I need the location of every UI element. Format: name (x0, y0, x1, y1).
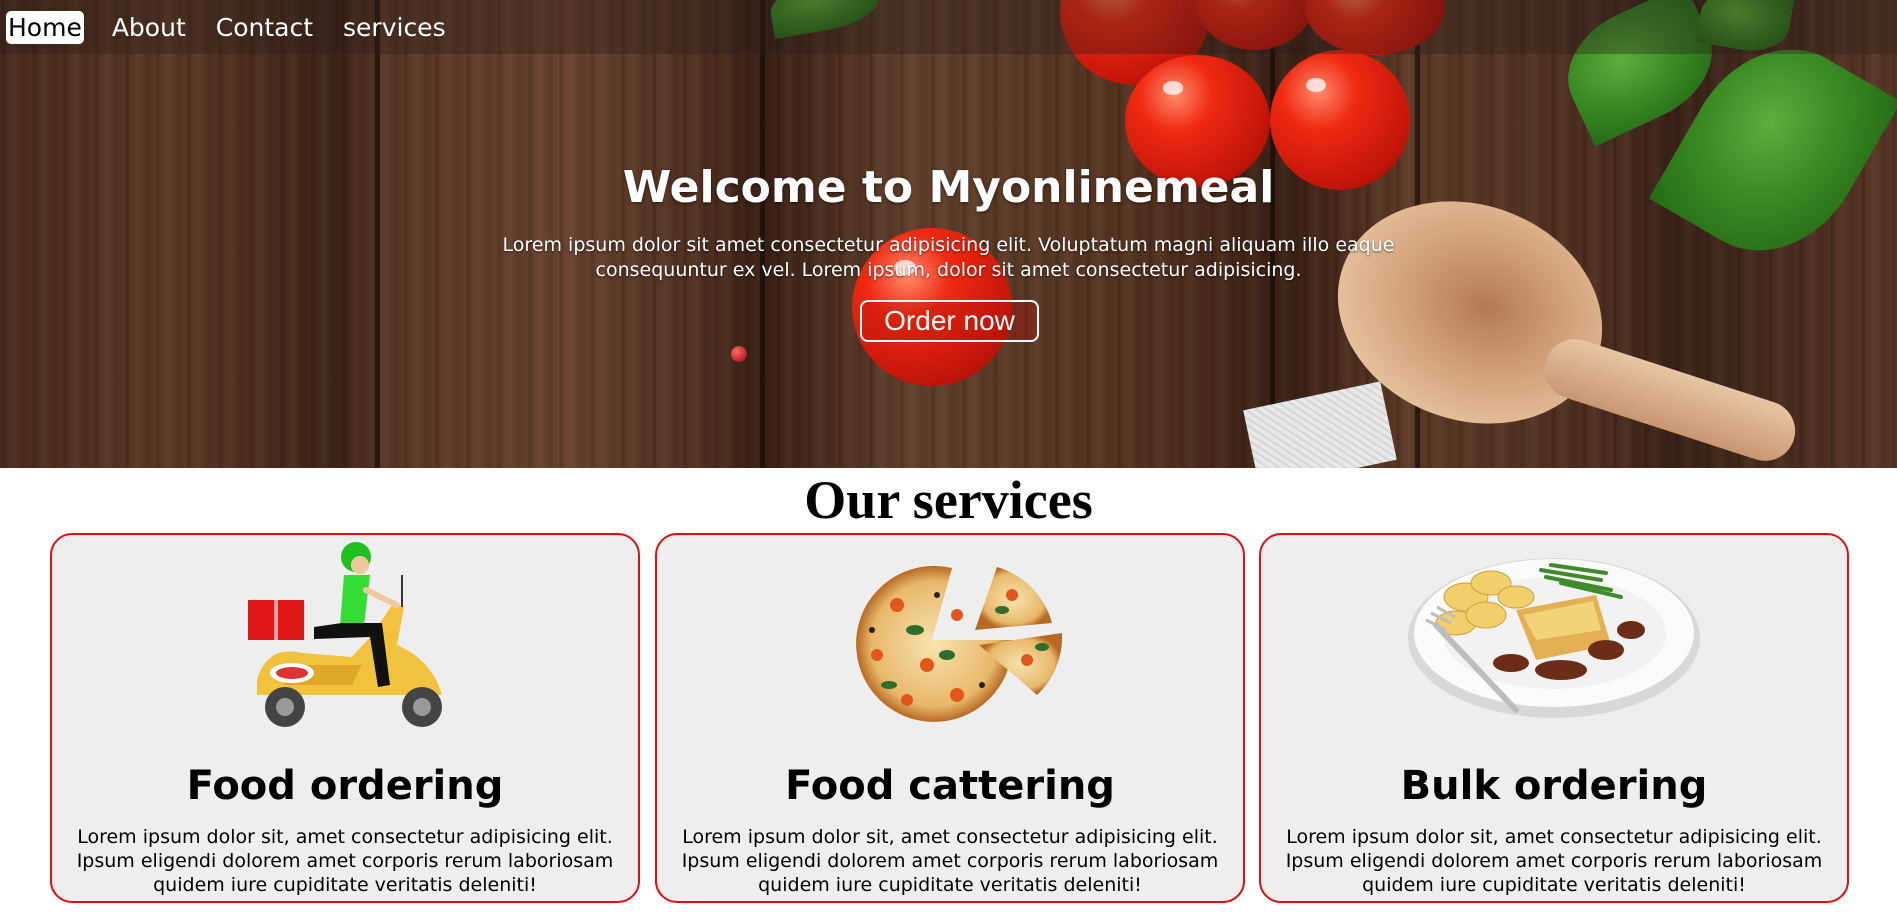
nav-about-link[interactable]: About (110, 11, 188, 44)
hero-description: Lorem ipsum dolor sit amet consectetur a… (502, 234, 1395, 281)
services-heading: Our services (804, 470, 1093, 530)
order-now-button[interactable]: Order now (860, 300, 1039, 342)
hero-title: Welcome to Myonlinemeal (622, 162, 1275, 213)
card-title: Food cattering (785, 763, 1115, 809)
service-card-bulk-ordering: Bulk ordering Lorem ipsum dolor sit, ame… (1259, 533, 1849, 903)
meal-plate-icon (1408, 558, 1700, 718)
card-description: Lorem ipsum dolor sit, amet consectetur … (681, 826, 1219, 896)
wooden-spoon-handle (1537, 331, 1803, 468)
hero-banner: Home About Contact services Welcome to M… (0, 0, 1897, 468)
service-card-food-catering: Food cattering Lorem ipsum dolor sit, am… (655, 533, 1245, 903)
nav-home-link[interactable]: Home (6, 10, 84, 44)
peppercorn-image (731, 346, 747, 362)
card-description: Lorem ipsum dolor sit, amet consectetur … (1285, 826, 1823, 896)
nav-contact-link[interactable]: Contact (214, 11, 315, 44)
nav-services-link[interactable]: services (341, 11, 448, 44)
pizza-icon (856, 565, 1063, 722)
top-navbar: Home About Contact services (0, 0, 1897, 54)
wood-plank-seam (375, 0, 380, 468)
delivery-scooter-icon (248, 542, 442, 727)
card-title: Food ordering (186, 763, 504, 809)
service-card-food-ordering: Food ordering Lorem ipsum dolor sit, ame… (50, 533, 640, 903)
card-description: Lorem ipsum dolor sit, amet consectetur … (76, 826, 614, 896)
card-title: Bulk ordering (1400, 763, 1708, 809)
kitchen-cloth-image (1243, 381, 1397, 468)
